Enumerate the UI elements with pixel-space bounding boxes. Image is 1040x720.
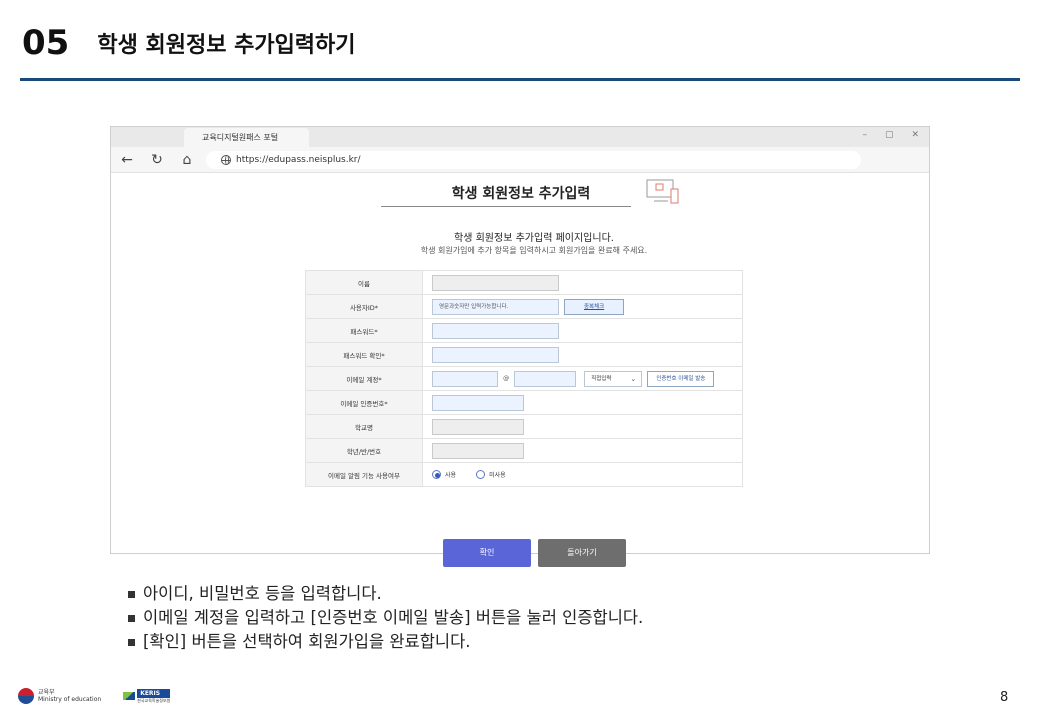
password-input[interactable] [432, 322, 559, 339]
duplicate-check-button[interactable]: 중복체크 [564, 298, 625, 315]
alert-nouse-radio[interactable] [476, 470, 486, 479]
user-id-label: 사용자ID* [305, 294, 423, 319]
moe-text: 교육부 Ministry of education [38, 689, 101, 703]
alert-use-radio[interactable] [432, 470, 441, 479]
password-confirm-label: 패스워드 확인* [305, 342, 423, 367]
alert-nouse-label: 미사용 [489, 472, 506, 479]
form-row: 학교명 [305, 414, 743, 439]
moe-sub: Ministry of education [38, 696, 102, 703]
keris-text-block: KERIS 한국교육학술정보원 [137, 688, 171, 704]
form-row: 패스워드* [305, 318, 743, 343]
form-title: 학생 회원정보 추가입력 [451, 186, 591, 202]
email-domain-select[interactable]: 직접입력 ⌄ [584, 370, 643, 387]
form-row: 사용자ID* 영문과숫자만 입력가능합니다. 중복체크 [305, 294, 743, 319]
address-bar: ← ↻ ⌂ https://edupass.neisplus.kr/ [111, 147, 929, 173]
alert-use-label: 사용 [445, 472, 457, 479]
keris-logo: KERIS 한국교육학술정보원 [123, 688, 171, 704]
email-domain-select-value: 직접입력 [591, 375, 612, 382]
intro-subtext: 학생 회원가입에 추가 항목을 입력하시고 회원가입을 완료해 주세요. [420, 246, 648, 255]
email-code-input[interactable] [432, 394, 524, 411]
refresh-icon[interactable]: ↻ [149, 152, 165, 168]
bullet-square-icon [128, 590, 135, 598]
chevron-down-icon: ⌄ [630, 374, 637, 383]
slide-title: 학생 회원정보 추가입력하기 [97, 33, 356, 58]
form-row: 이메일 인증번호* [305, 390, 743, 415]
member-info-form: 이름 사용자ID* 영문과숫자만 입력가능합니다. 중복체크 패스워드* 패스워… [305, 270, 743, 487]
title-underline [381, 206, 631, 207]
home-icon[interactable]: ⌂ [179, 152, 195, 168]
globe-icon [221, 155, 231, 165]
name-label: 이름 [305, 270, 423, 295]
instruction-text: [확인] 버튼을 선택하여 회원가입을 완료합니다. [143, 632, 471, 651]
email-label: 이메일 계정* [305, 366, 423, 391]
keris-name: KERIS [137, 688, 171, 698]
page-content: 학생 회원정보 추가입력 학생 회원정보 추가입력 페이지입니다. 학생 회원가… [111, 173, 929, 567]
form-row: 이름 [305, 270, 743, 295]
user-id-input[interactable]: 영문과숫자만 입력가능합니다. [432, 298, 559, 315]
form-row: 학년/반/번호 [305, 438, 743, 463]
back-arrow-icon[interactable]: ← [119, 152, 135, 168]
window-controls: – ▢ ✕ [862, 130, 919, 140]
keris-mark-icon [123, 692, 136, 700]
header-divider [20, 78, 1020, 81]
list-item: 이메일 계정을 입력하고 [인증번호 이메일 발송] 버튼을 눌러 인증합니다. [128, 606, 643, 630]
list-item: 아이디, 비밀번호 등을 입력합니다. [128, 582, 643, 606]
tab-bar: 교육디지털원패스 포털 – ▢ ✕ [111, 127, 929, 147]
grade-class-field [432, 442, 524, 459]
browser-window: 교육디지털원패스 포털 – ▢ ✕ ← ↻ ⌂ https://edupass.… [110, 126, 930, 567]
intro-text: 학생 회원정보 추가입력 페이지입니다. [454, 233, 614, 244]
instruction-text: 이메일 계정을 입력하고 [인증번호 이메일 발송] 버튼을 눌러 인증합니다. [143, 608, 644, 627]
form-row: 패스워드 확인* [305, 342, 743, 367]
url-input[interactable]: https://edupass.neisplus.kr/ [206, 151, 861, 169]
page-number: 8 [1000, 690, 1009, 705]
password-confirm-input[interactable] [432, 346, 559, 363]
back-button[interactable]: 돌아가기 [538, 539, 626, 567]
confirm-button[interactable]: 확인 [443, 539, 531, 567]
school-field [432, 418, 524, 435]
maximize-icon[interactable]: ▢ [885, 130, 894, 140]
footer-logos: 교육부 Ministry of education KERIS 한국교육학술정보원 [18, 688, 171, 704]
email-alert-label: 이메일 알림 기능 사용여부 [305, 462, 423, 487]
grade-class-label: 학년/반/번호 [305, 438, 423, 463]
send-code-button[interactable]: 인증번호 이메일 발송 [647, 370, 715, 387]
instruction-text: 아이디, 비밀번호 등을 입력합니다. [143, 584, 382, 603]
email-code-label: 이메일 인증번호* [305, 390, 423, 415]
bullet-square-icon [128, 638, 135, 646]
form-row: 이메일 계정* @ 직접입력 ⌄ 인증번호 이메일 발송 [305, 366, 743, 391]
slide-number: 05 [22, 23, 70, 63]
computer-lock-icon [646, 179, 679, 204]
instruction-list: 아이디, 비밀번호 등을 입력합니다. 이메일 계정을 입력하고 [인증번호 이… [128, 582, 643, 654]
email-domain-input[interactable] [514, 370, 577, 387]
at-sign: @ [503, 375, 510, 382]
slide-header: 05 학생 회원정보 추가입력하기 [22, 18, 356, 68]
password-label: 패스워드* [305, 318, 423, 343]
school-label: 학교명 [305, 414, 423, 439]
form-row: 이메일 알림 기능 사용여부 사용 미사용 [305, 462, 743, 487]
name-field [432, 274, 559, 291]
list-item: [확인] 버튼을 선택하여 회원가입을 완료합니다. [128, 630, 643, 654]
bullet-square-icon [128, 614, 135, 622]
close-icon[interactable]: ✕ [911, 130, 919, 140]
moe-logo: 교육부 Ministry of education [18, 688, 101, 704]
browser-tab[interactable]: 교육디지털원패스 포털 [184, 128, 309, 147]
minimize-icon[interactable]: – [862, 130, 867, 140]
taegeuk-icon [18, 688, 34, 704]
moe-name: 교육부 [38, 689, 55, 696]
keris-sub: 한국교육학술정보원 [137, 697, 171, 703]
email-local-input[interactable] [432, 370, 498, 387]
